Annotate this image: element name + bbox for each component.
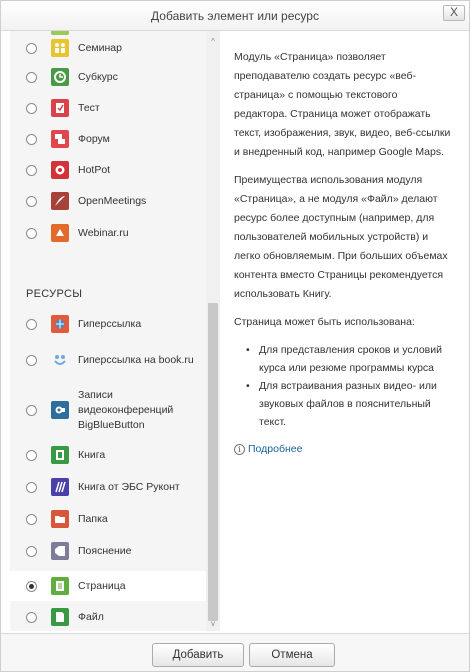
list-item-hotpot[interactable]: HotPot	[10, 155, 206, 185]
list-item-label: Тест	[78, 101, 100, 114]
seminar-icon	[51, 39, 69, 57]
module-description: Модуль «Страница» позволяет преподавател…	[223, 31, 463, 631]
list-item-label: Гиперссылка на book.ru	[78, 353, 194, 366]
more-info-link[interactable]: i Подробнее	[234, 440, 451, 459]
book-ru-icon	[51, 351, 69, 369]
radio-book-ru[interactable]	[26, 354, 37, 366]
openmeetings-icon	[51, 192, 69, 210]
list-item-subcourse[interactable]: Субкурс	[10, 61, 206, 93]
list-item-rucont[interactable]: Книга от ЭБС Руконт	[10, 471, 206, 503]
list-item-openmeetings[interactable]: OpenMeetings	[10, 185, 206, 217]
dialog-title: Добавить элемент или ресурс	[151, 9, 319, 23]
radio-url[interactable]	[26, 318, 37, 330]
list-item-page[interactable]: Страница	[10, 571, 206, 601]
list-item-forum[interactable]: Форум	[10, 123, 206, 155]
list-item-url[interactable]: Гиперссылка	[10, 309, 206, 339]
list-item-label: Гиперссылка	[78, 317, 142, 330]
list-item-seminar[interactable]: Семинар	[10, 35, 206, 61]
book-icon	[51, 446, 69, 464]
radio-seminar[interactable]	[26, 42, 37, 54]
hotpot-icon	[51, 161, 69, 179]
folder-icon	[51, 510, 69, 528]
list-item-label: Книга от ЭБС Руконт	[78, 480, 180, 493]
list-item-label: Пояснение	[78, 544, 132, 557]
module-list[interactable]: Семинар Субкурс Тест Форум HotPot OpenMe…	[10, 31, 220, 631]
list-item-label: Книга	[78, 448, 106, 461]
radio-page[interactable]	[26, 580, 37, 592]
list-item-book-ru[interactable]: Гиперссылка на book.ru	[10, 339, 206, 381]
scroll-up-icon[interactable]: ^	[206, 37, 220, 47]
add-button[interactable]: Добавить	[152, 643, 244, 667]
section-heading-resources: РЕСУРСЫ	[26, 288, 83, 300]
more-info-label[interactable]: Подробнее	[248, 440, 302, 459]
add-activity-dialog: Добавить элемент или ресурс X Семинар Су…	[0, 0, 470, 672]
radio-label-module[interactable]	[26, 545, 37, 557]
list-item-label: Форум	[78, 132, 110, 145]
radio-subcourse[interactable]	[26, 71, 37, 83]
close-button[interactable]: X	[443, 5, 465, 21]
dialog-titlebar: Добавить элемент или ресурс X	[1, 1, 469, 31]
description-paragraph-2: Преимущества использования модуля «Стран…	[234, 174, 448, 300]
list-item-label: Файл	[78, 610, 104, 623]
list-item-label: Webinar.ru	[78, 226, 129, 239]
bigbluebutton-icon	[51, 401, 69, 419]
description-paragraph-3: Страница может быть использована:	[234, 316, 415, 328]
scroll-down-icon[interactable]: v	[206, 619, 220, 629]
list-scrollbar[interactable]: ^ v	[206, 31, 220, 631]
list-item-label-module[interactable]: Пояснение	[10, 535, 206, 567]
description-bullet: Для представления сроков и условий курса…	[246, 341, 451, 377]
info-icon: i	[234, 444, 245, 455]
list-item-label: OpenMeetings	[78, 194, 147, 207]
list-item-bigbluebutton[interactable]: Записи видеоконференций BigBlueButton	[10, 381, 206, 439]
radio-bigbluebutton[interactable]	[26, 404, 37, 416]
list-item-book[interactable]: Книга	[10, 439, 206, 471]
scroll-thumb[interactable]	[208, 303, 218, 621]
description-bullet: Для встраивания разных видео- или звуков…	[246, 377, 451, 431]
label-icon	[51, 542, 69, 560]
list-item-label: Страница	[78, 579, 126, 592]
description-paragraph-1: Модуль «Страница» позволяет преподавател…	[234, 51, 451, 158]
list-item-folder[interactable]: Папка	[10, 503, 206, 535]
list-item-label: Папка	[78, 512, 108, 525]
radio-hotpot[interactable]	[26, 164, 37, 176]
file-icon	[51, 608, 69, 626]
dialog-footer: Добавить Отмена	[1, 633, 469, 671]
cancel-button[interactable]: Отмена	[249, 643, 335, 667]
list-item-label: Записи видеоконференций BigBlueButton	[78, 388, 174, 431]
list-item-label: Субкурс	[78, 70, 118, 83]
radio-openmeetings[interactable]	[26, 195, 37, 207]
list-item-label: Семинар	[78, 41, 122, 54]
url-icon	[51, 315, 69, 333]
list-item-quiz[interactable]: Тест	[10, 93, 206, 123]
radio-file[interactable]	[26, 611, 37, 623]
quiz-icon	[51, 99, 69, 117]
radio-forum[interactable]	[26, 133, 37, 145]
forum-icon	[51, 130, 69, 148]
list-item-label: HotPot	[78, 163, 111, 176]
webinar-icon	[51, 224, 69, 242]
description-bullet-list: Для представления сроков и условий курса…	[246, 341, 451, 431]
rucont-icon	[51, 478, 69, 496]
radio-folder[interactable]	[26, 513, 37, 525]
radio-rucont[interactable]	[26, 481, 37, 493]
list-item-file[interactable]: Файл	[10, 603, 206, 631]
radio-quiz[interactable]	[26, 102, 37, 114]
radio-book[interactable]	[26, 449, 37, 461]
page-icon	[51, 577, 69, 595]
list-item-webinar[interactable]: Webinar.ru	[10, 217, 206, 249]
subcourse-icon	[51, 68, 69, 86]
radio-webinar[interactable]	[26, 227, 37, 239]
